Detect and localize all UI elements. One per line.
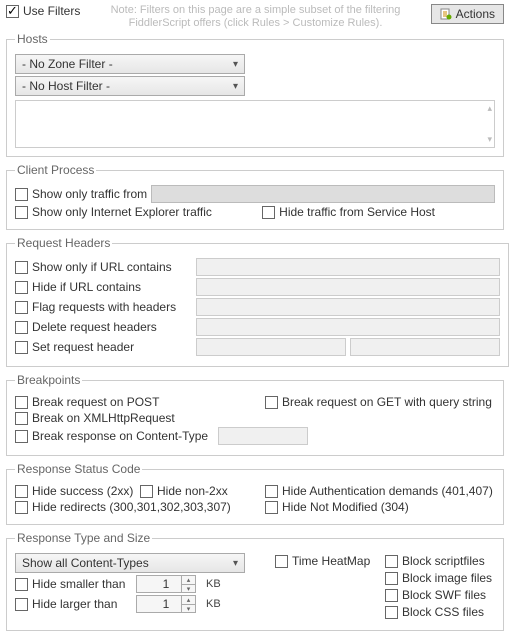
- filters-note: Note: Filters on this page are a simple …: [80, 4, 430, 30]
- break-on-get-label: Break request on GET with query string: [282, 395, 492, 409]
- hide-smaller-value: 1: [163, 577, 170, 591]
- chevron-down-icon: ▾: [233, 81, 238, 92]
- delete-headers-input[interactable]: [196, 318, 500, 336]
- hide-larger-label: Hide larger than: [32, 597, 132, 611]
- content-types-select[interactable]: Show all Content-Types ▾: [15, 553, 245, 573]
- hide-redirects-checkbox[interactable]: [15, 501, 28, 514]
- hide-larger-spinner[interactable]: 1 ▴ ▾: [136, 595, 196, 613]
- hosts-legend: Hosts: [15, 32, 50, 46]
- hide-not-modified-label: Hide Not Modified (304): [282, 500, 409, 514]
- response-type-legend: Response Type and Size: [15, 531, 152, 545]
- use-filters-checkbox[interactable]: Use Filters: [6, 4, 80, 18]
- show-only-if-url-label: Show only if URL contains: [32, 260, 192, 274]
- kb-label: KB: [206, 578, 221, 590]
- process-select[interactable]: [151, 185, 495, 203]
- break-on-post-checkbox[interactable]: [15, 396, 28, 409]
- hide-if-url-label: Hide if URL contains: [32, 280, 192, 294]
- response-type-group: Response Type and Size Show all Content-…: [6, 531, 504, 631]
- show-only-ie-label: Show only Internet Explorer traffic: [32, 205, 212, 219]
- hide-if-url-checkbox[interactable]: [15, 281, 28, 294]
- chevron-down-icon: ▾: [233, 558, 238, 569]
- actions-icon: [440, 8, 452, 20]
- set-header-value-input[interactable]: [350, 338, 500, 356]
- spin-down-icon[interactable]: ▾: [182, 605, 195, 613]
- kb-label: KB: [206, 598, 221, 610]
- flag-headers-checkbox[interactable]: [15, 301, 28, 314]
- set-header-checkbox[interactable]: [15, 341, 28, 354]
- block-script-checkbox[interactable]: [385, 555, 398, 568]
- chevron-down-icon: ▾: [233, 59, 238, 70]
- actions-button[interactable]: Actions: [431, 4, 504, 24]
- block-swf-label: Block SWF files: [402, 588, 486, 602]
- client-process-legend: Client Process: [15, 163, 96, 177]
- break-on-content-type-checkbox[interactable]: [15, 430, 28, 443]
- checkbox-icon: [6, 5, 19, 18]
- host-filter-value: - No Host Filter -: [22, 79, 110, 93]
- set-header-label: Set request header: [32, 340, 192, 354]
- hide-2xx-label: Hide success (2xx): [32, 484, 133, 498]
- break-on-xhr-label: Break on XMLHttpRequest: [32, 411, 175, 425]
- delete-headers-label: Delete request headers: [32, 320, 192, 334]
- show-only-traffic-from-label: Show only traffic from: [32, 187, 147, 201]
- response-status-group: Response Status Code Hide success (2xx) …: [6, 462, 504, 525]
- hide-if-url-input[interactable]: [196, 278, 500, 296]
- hide-not-modified-checkbox[interactable]: [265, 501, 278, 514]
- hide-2xx-checkbox[interactable]: [15, 485, 28, 498]
- use-filters-label: Use Filters: [23, 4, 80, 18]
- hide-non-2xx-label: Hide non-2xx: [157, 484, 228, 498]
- zone-filter-value: - No Zone Filter -: [22, 57, 113, 71]
- break-on-get-checkbox[interactable]: [265, 396, 278, 409]
- hide-larger-checkbox[interactable]: [15, 598, 28, 611]
- hide-auth-checkbox[interactable]: [265, 485, 278, 498]
- spin-down-icon[interactable]: ▾: [182, 585, 195, 593]
- break-on-content-type-label: Break response on Content-Type: [32, 429, 208, 443]
- hide-service-host-label: Hide traffic from Service Host: [279, 205, 435, 219]
- show-only-if-url-checkbox[interactable]: [15, 261, 28, 274]
- scroll-down-icon[interactable]: ▾: [487, 134, 492, 145]
- request-headers-group: Request Headers Show only if URL contain…: [6, 236, 509, 367]
- hide-service-host-checkbox[interactable]: [262, 206, 275, 219]
- hide-smaller-label: Hide smaller than: [32, 577, 132, 591]
- break-on-xhr-checkbox[interactable]: [15, 412, 28, 425]
- hosts-group: Hosts - No Zone Filter - ▾ - No Host Fil…: [6, 32, 504, 157]
- host-filter-select[interactable]: - No Host Filter - ▾: [15, 76, 245, 96]
- hide-larger-value: 1: [163, 597, 170, 611]
- hide-auth-label: Hide Authentication demands (401,407): [282, 484, 493, 498]
- request-headers-legend: Request Headers: [15, 236, 112, 250]
- delete-headers-checkbox[interactable]: [15, 321, 28, 334]
- response-status-legend: Response Status Code: [15, 462, 142, 476]
- show-only-if-url-input[interactable]: [196, 258, 500, 276]
- block-css-label: Block CSS files: [402, 605, 484, 619]
- block-script-label: Block scriptfiles: [402, 554, 485, 568]
- time-heatmap-label: Time HeatMap: [292, 554, 370, 568]
- client-process-group: Client Process Show only traffic from Sh…: [6, 163, 504, 230]
- block-image-checkbox[interactable]: [385, 572, 398, 585]
- hide-smaller-checkbox[interactable]: [15, 578, 28, 591]
- show-only-ie-checkbox[interactable]: [15, 206, 28, 219]
- zone-filter-select[interactable]: - No Zone Filter - ▾: [15, 54, 245, 74]
- block-swf-checkbox[interactable]: [385, 589, 398, 602]
- hosts-textarea[interactable]: ▴ ▾: [15, 100, 495, 148]
- hide-smaller-spinner[interactable]: 1 ▴ ▾: [136, 575, 196, 593]
- show-only-traffic-from-checkbox[interactable]: [15, 188, 28, 201]
- flag-headers-label: Flag requests with headers: [32, 300, 192, 314]
- set-header-name-input[interactable]: [196, 338, 346, 356]
- content-types-value: Show all Content-Types: [22, 556, 149, 570]
- break-on-post-label: Break request on POST: [32, 395, 159, 409]
- actions-label: Actions: [456, 7, 495, 21]
- spin-up-icon[interactable]: ▴: [182, 576, 195, 585]
- breakpoints-group: Breakpoints Break request on POST Break …: [6, 373, 504, 456]
- flag-headers-input[interactable]: [196, 298, 500, 316]
- hide-non-2xx-checkbox[interactable]: [140, 485, 153, 498]
- breakpoints-legend: Breakpoints: [15, 373, 82, 387]
- block-image-label: Block image files: [402, 571, 492, 585]
- block-css-checkbox[interactable]: [385, 606, 398, 619]
- scroll-up-icon[interactable]: ▴: [487, 103, 492, 114]
- spin-up-icon[interactable]: ▴: [182, 596, 195, 605]
- time-heatmap-checkbox[interactable]: [275, 555, 288, 568]
